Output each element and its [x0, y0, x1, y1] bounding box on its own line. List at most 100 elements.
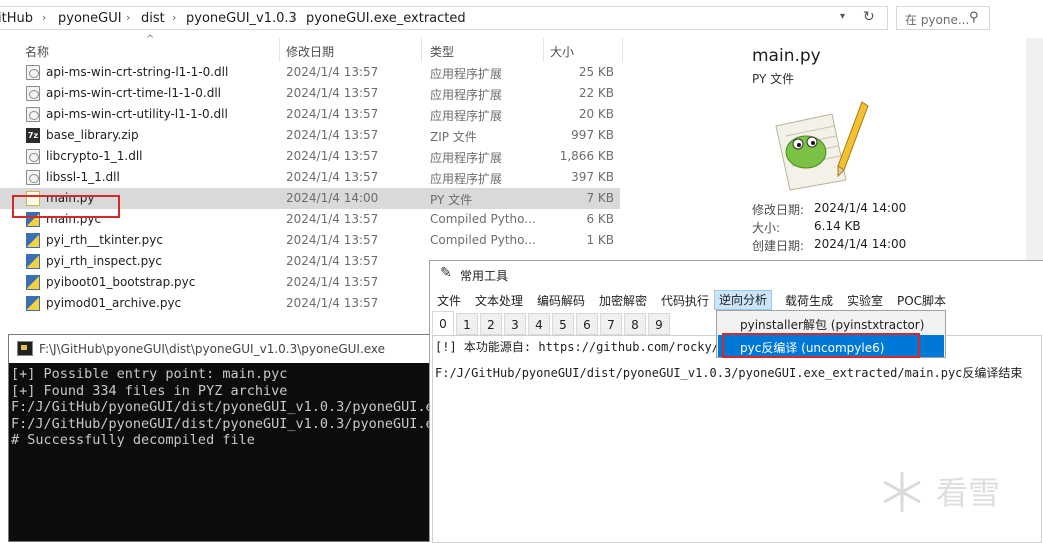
search-icon[interactable]: ⚲	[969, 10, 979, 25]
file-type: 应用程序扩展	[430, 88, 503, 102]
pyc-file-icon	[26, 233, 40, 248]
file-type: 应用程序扩展	[430, 151, 503, 165]
file-date: 2024/1/4 13:57	[286, 149, 379, 163]
breadcrumb-separator-icon[interactable]: ›	[291, 11, 295, 24]
search-box[interactable]: 在 pyone... ⚲	[896, 6, 990, 30]
file-name: api-ms-win-crt-time-l1-1-0.dll	[46, 86, 221, 100]
feather-icon: ✎	[440, 265, 452, 281]
tab-7[interactable]: 7	[600, 313, 622, 335]
preview-created-value: 2024/1/4 14:00	[814, 237, 907, 251]
snowflake-icon	[883, 472, 921, 512]
zip-file-icon: 7z	[26, 128, 40, 143]
pyc-file-icon	[26, 275, 40, 290]
file-type: Compiled Pytho...	[430, 212, 536, 226]
file-row[interactable]: 7z base_library.zip 2024/1/4 13:57 ZIP 文件 99…	[0, 125, 620, 146]
file-type: PY 文件	[430, 193, 473, 207]
dll-file-icon	[26, 86, 40, 101]
file-row[interactable]: pyi_rth__tkinter.pyc 2024/1/4 13:57 Compil…	[0, 230, 620, 251]
refresh-icon[interactable]: ↻	[863, 9, 875, 25]
search-placeholder[interactable]: 在 pyone...	[905, 11, 969, 28]
file-type: 应用程序扩展	[430, 109, 503, 123]
menu-4[interactable]: 加密解密	[599, 292, 647, 309]
menu-3[interactable]: 编码解码	[537, 292, 585, 309]
tab-0[interactable]: 0	[432, 311, 454, 335]
breadcrumb-item[interactable]: pyoneGUI_v1.0.3	[186, 11, 297, 26]
column-divider[interactable]	[279, 38, 280, 62]
file-date: 2024/1/4 13:57	[286, 170, 379, 184]
file-date: 2024/1/4 13:57	[286, 86, 379, 100]
file-type: ZIP 文件	[430, 130, 477, 144]
breadcrumb-separator-icon[interactable]: ›	[42, 11, 46, 24]
tab-2[interactable]: 2	[480, 313, 502, 335]
console-line: [+] Found 334 files in PYZ archive	[11, 382, 288, 399]
dll-file-icon	[26, 65, 40, 80]
file-size: 1,866 KB	[559, 149, 614, 163]
tab-5[interactable]: 5	[552, 313, 574, 335]
file-name: pyi_rth_inspect.pyc	[46, 254, 162, 268]
column-divider[interactable]	[543, 38, 544, 62]
file-row[interactable]: libcrypto-1_1.dll 2024/1/4 13:57 应用程序扩展 1,8…	[0, 146, 620, 167]
console-titlebar[interactable]: F:\J\GitHub\pyoneGUI\dist\pyoneGUI_v1.0.…	[9, 335, 431, 363]
file-row[interactable]: api-ms-win-crt-time-l1-1-0.dll 2024/1/4 1…	[0, 83, 620, 104]
preview-size-value: 6.14 KB	[814, 219, 861, 233]
file-row[interactable]: api-ms-win-crt-string-l1-1-0.dll 2024/1/4…	[0, 62, 620, 83]
file-type: Compiled Pytho...	[430, 233, 536, 247]
menu-8[interactable]: 实验室	[847, 292, 883, 309]
tool-title: 常用工具	[460, 269, 509, 283]
dropdown-item[interactable]: pyinstaller解包 (pyinstxtractor)	[718, 312, 944, 334]
file-size: 20 KB	[578, 107, 614, 121]
column-header-size[interactable]: 大小	[550, 43, 574, 60]
output-line: F:/J/GitHub/pyoneGUI/dist/pyoneGUI_v1.0.…	[435, 366, 1023, 380]
column-divider[interactable]	[622, 38, 623, 62]
file-name: pyi_rth__tkinter.pyc	[46, 233, 163, 247]
menu-7[interactable]: 载荷生成	[785, 292, 833, 309]
pyc-file-icon	[26, 254, 40, 269]
tab-6[interactable]: 6	[576, 313, 598, 335]
tool-titlebar[interactable]: ✎ 常用工具	[430, 261, 1043, 287]
menu-2[interactable]: 文本处理	[475, 292, 523, 309]
address-dropdown-icon[interactable]: ▾	[840, 11, 845, 22]
file-size: 7 KB	[586, 191, 614, 205]
column-header-type[interactable]: 类型	[430, 43, 454, 60]
file-type: 应用程序扩展	[430, 67, 503, 81]
file-date: 2024/1/4 13:57	[286, 254, 379, 268]
notepad-plus-plus-icon	[775, 101, 869, 191]
breadcrumb-item[interactable]: itHub	[0, 11, 33, 26]
tab-8[interactable]: 8	[624, 313, 646, 335]
menu-1[interactable]: 文件	[437, 292, 461, 309]
file-name: libcrypto-1_1.dll	[46, 149, 143, 163]
breadcrumb-item[interactable]: dist	[141, 11, 165, 26]
file-row[interactable]: libssl-1_1.dll 2024/1/4 13:57 应用程序扩展 397 KB	[0, 167, 620, 188]
tab-9[interactable]: 9	[648, 313, 670, 335]
address-bar[interactable]: itHub › pyoneGUI › dist › pyoneGUI_v1.0.…	[0, 6, 888, 30]
breadcrumb-item[interactable]: pyoneGUI	[58, 11, 122, 26]
column-header-name[interactable]: 名称	[25, 43, 49, 60]
file-size: 397 KB	[571, 170, 614, 184]
file-date: 2024/1/4 13:57	[286, 296, 379, 310]
file-name: pyimod01_archive.pyc	[46, 296, 182, 310]
file-size: 25 KB	[578, 65, 614, 79]
tab-1[interactable]: 1	[456, 313, 478, 335]
breadcrumb-item[interactable]: pyoneGUI.exe_extracted	[306, 11, 466, 26]
tool-menubar: 文件 文本处理 编码解码 加密解密 代码执行 逆向分析 载荷生成 实验室 POC脚本	[430, 289, 1043, 311]
pyc-file-icon	[26, 296, 40, 311]
column-divider[interactable]	[421, 38, 422, 62]
menu-5[interactable]: 代码执行	[661, 292, 709, 309]
menu-6[interactable]: 逆向分析	[714, 290, 773, 310]
output-line: [!] 本功能源自: https://github.com/rocky/	[435, 340, 719, 354]
file-size: 22 KB	[578, 86, 614, 100]
preview-created-label: 创建日期:	[752, 239, 805, 253]
file-name: libssl-1_1.dll	[46, 170, 120, 184]
breadcrumb-separator-icon[interactable]: ›	[172, 11, 176, 24]
dll-file-icon	[26, 149, 40, 164]
breadcrumb-separator-icon[interactable]: ›	[126, 11, 130, 24]
preview-file-name: main.py	[752, 46, 821, 66]
console-line: F:/J/GitHub/pyoneGUI/dist/pyoneGUI_v1.0.…	[11, 399, 442, 415]
tab-3[interactable]: 3	[504, 313, 526, 335]
dropdown-item-label: pyinstaller解包 (pyinstxtractor)	[740, 318, 925, 332]
menu-9[interactable]: POC脚本	[897, 292, 946, 309]
tab-4[interactable]: 4	[528, 313, 550, 335]
file-row[interactable]: api-ms-win-crt-utility-l1-1-0.dll 2024/1/…	[0, 104, 620, 125]
column-header-date[interactable]: 修改日期	[286, 43, 334, 60]
file-date: 2024/1/4 13:57	[286, 65, 379, 79]
